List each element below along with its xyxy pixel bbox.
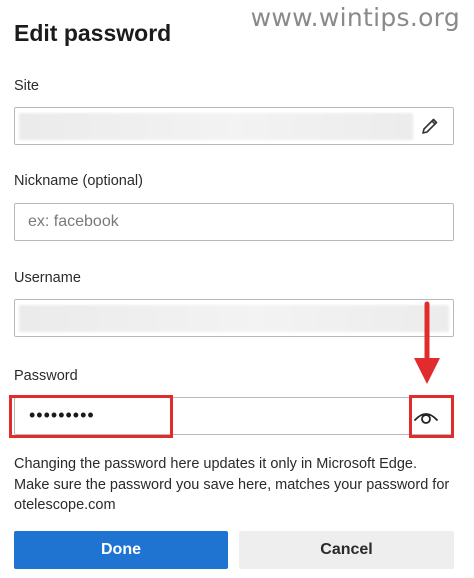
nickname-label: Nickname (optional) (14, 173, 143, 189)
username-field[interactable] (14, 299, 454, 337)
site-label: Site (14, 78, 39, 94)
nickname-input[interactable] (15, 204, 453, 240)
eye-icon (414, 413, 438, 424)
done-button[interactable]: Done (14, 531, 228, 569)
edit-password-dialog: www.wintips.org Edit password Site Nickn… (0, 0, 474, 578)
site-field[interactable] (14, 107, 454, 145)
username-label: Username (14, 270, 81, 286)
edit-site-button[interactable] (407, 108, 453, 144)
pencil-icon (422, 118, 438, 134)
password-masked-value: ••••••••• (29, 405, 95, 425)
arrow-down-icon (414, 301, 440, 384)
watermark: www.wintips.org (250, 3, 460, 32)
reveal-password-button[interactable] (403, 398, 449, 434)
dialog-title: Edit password (14, 20, 172, 46)
notice-text: Changing the password here updates it on… (14, 456, 450, 513)
username-value-redacted (19, 305, 449, 332)
site-value-redacted (19, 113, 413, 140)
cancel-button[interactable]: Cancel (239, 531, 454, 569)
password-field[interactable]: ••••••••• (14, 397, 454, 435)
password-label: Password (14, 368, 78, 384)
nickname-field (14, 203, 454, 241)
